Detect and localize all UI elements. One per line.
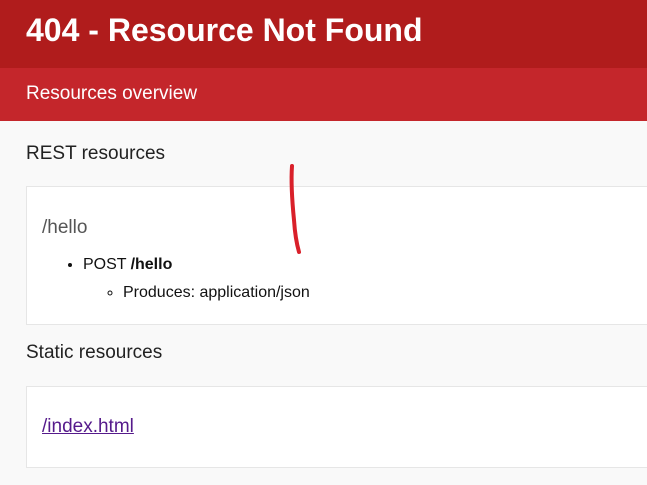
produces-item: Produces: application/json xyxy=(123,283,310,303)
method-item: POST/hello Produces: application/json xyxy=(83,255,310,301)
method-path: /hello xyxy=(130,256,173,273)
sub-header: Resources overview xyxy=(0,68,647,121)
error-page: 404 - Resource Not Found Resources overv… xyxy=(0,0,647,485)
resource-path: /hello xyxy=(42,217,88,238)
page-header: 404 - Resource Not Found xyxy=(0,0,647,68)
method-list: POST/hello Produces: application/json xyxy=(27,255,310,301)
rest-resources-heading: REST resources xyxy=(26,143,166,164)
static-resource-card: /index.html xyxy=(26,386,647,468)
static-resources-heading: Static resources xyxy=(26,342,163,363)
resources-overview-label: Resources overview xyxy=(26,82,198,104)
method-details: Produces: application/json xyxy=(83,283,310,303)
http-verb: POST xyxy=(83,256,127,273)
rest-resource-card: /hello POST/hello Produces: application/… xyxy=(26,186,647,325)
index-html-link[interactable]: /index.html xyxy=(42,416,134,438)
page-title: 404 - Resource Not Found xyxy=(26,12,423,48)
